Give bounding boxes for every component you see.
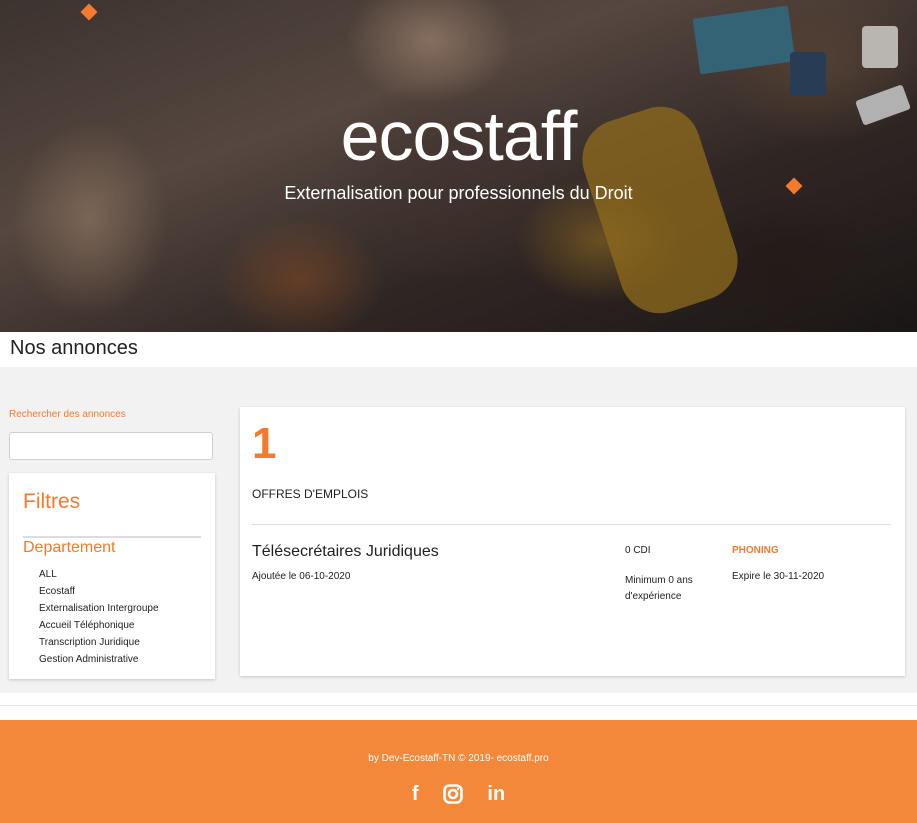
job-date-added: Ajoutée le 06-10-2020: [252, 571, 351, 582]
brand-tagline: Externalisation pour professionnels du D…: [284, 183, 633, 203]
search-label: Rechercher des annonces: [9, 409, 126, 420]
job-experience: Minimum 0 ans d'expérience: [625, 575, 693, 602]
page-title: Nos annonces: [10, 337, 138, 359]
department-filter-accueil-telephonique[interactable]: Accueil Téléphonique: [39, 617, 159, 634]
department-filter-externalisation-intergroupe[interactable]: Externalisation Intergroupe: [39, 600, 159, 617]
department-filter-all[interactable]: ALL: [39, 566, 159, 583]
search-input[interactable]: [9, 432, 213, 460]
job-category: PHONING: [732, 545, 779, 556]
filters-divider: [23, 536, 201, 538]
department-filter-gestion-administrative[interactable]: Gestion Administrative: [39, 651, 159, 668]
brand-logo: ecostaff: [340, 97, 578, 175]
footer-divider: [0, 705, 917, 706]
filters-title: Filtres: [23, 490, 81, 513]
footer: by Dev-Ecostaff-TN © 2019- ecostaff.pro …: [0, 720, 917, 823]
listings-divider: [252, 524, 891, 525]
social-links: f in: [0, 782, 917, 806]
linkedin-icon[interactable]: in: [487, 782, 505, 806]
department-list: ALL Ecostaff Externalisation Intergroupe…: [39, 566, 159, 668]
job-contract-type: 0 CDI: [625, 545, 651, 556]
job-title[interactable]: Télésecrétaires Juridiques: [252, 543, 439, 561]
department-filter-ecostaff[interactable]: Ecostaff: [39, 583, 159, 600]
job-expiry: Expire le 30-11-2020: [732, 571, 825, 582]
instagram-icon[interactable]: [443, 784, 463, 804]
facebook-icon[interactable]: f: [412, 782, 419, 806]
offers-label: OFFRES D'EMPLOIS: [252, 487, 369, 501]
hero-banner: ecostaff Externalisation pour profession…: [0, 0, 917, 332]
department-filter-transcription-juridique[interactable]: Transcription Juridique: [39, 634, 159, 651]
filters-panel: Filtres Departement ALL Ecostaff Externa…: [9, 473, 215, 679]
department-heading: Departement: [23, 539, 116, 556]
offers-count: 1: [252, 419, 277, 468]
listings-card: 1 OFFRES D'EMPLOIS Télésecrétaires Jurid…: [240, 407, 905, 676]
copyright-text: by Dev-Ecostaff-TN © 2019- ecostaff.pro: [368, 753, 549, 764]
